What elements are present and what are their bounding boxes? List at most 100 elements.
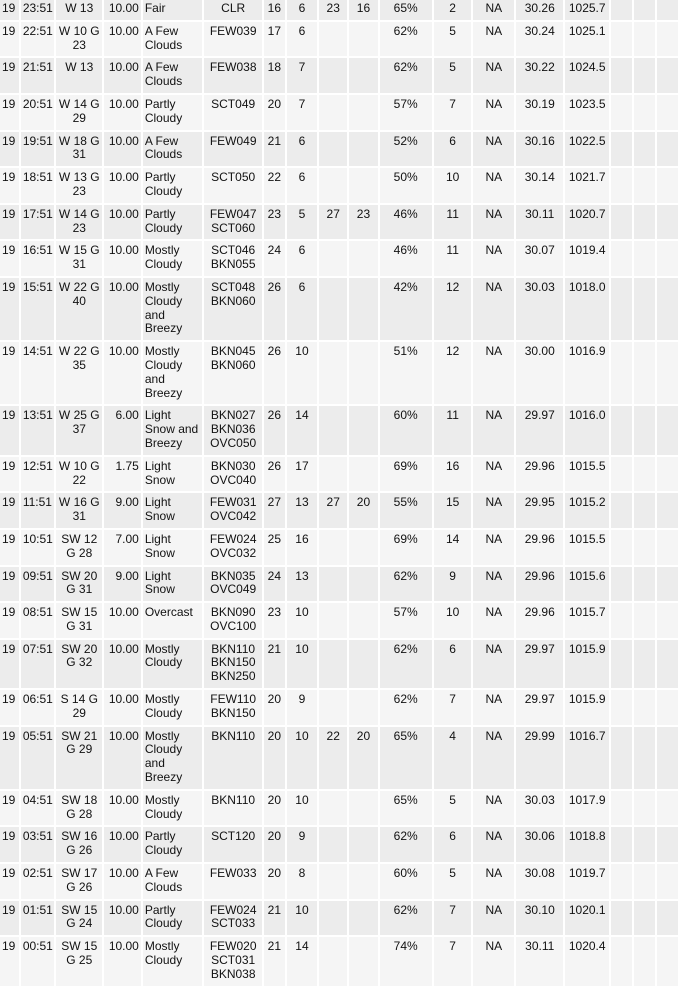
cell-sky-conditions: FEW049 — [204, 131, 262, 167]
cell-sky-conditions: BKN027 BKN036 OVC050 — [204, 406, 262, 455]
cell-weather: Light Snow and Breezy — [142, 406, 203, 455]
cell-relative-humidity: 62% — [379, 827, 432, 863]
cell-relative-humidity: 46% — [379, 204, 432, 240]
cell-time: 07:51 — [20, 639, 55, 689]
cell-sea-level-pressure: 1025.1 — [565, 21, 610, 57]
cell-visibility: 1.75 — [104, 456, 141, 492]
cell-heat-index: NA — [473, 937, 515, 986]
cell-min-temp — [349, 603, 378, 638]
cell-altimeter: 30.06 — [516, 827, 564, 863]
cell-max-temp — [319, 639, 348, 689]
table-row: 19 16:51 W 15 G 31 10.00 Mostly Cloudy SCT046… — [0, 241, 678, 276]
cell-weather: Partly Cloudy — [142, 204, 203, 240]
cell-precip-6hr — [656, 827, 678, 863]
table-row: 19 05:51 SW 21 G 29 10.00 Mostly Cloudy and … — [0, 726, 678, 789]
cell-sky-conditions: SCT048 BKN060 — [204, 277, 262, 341]
cell-air-temp: 24 — [263, 566, 285, 602]
cell-precip-6hr — [656, 790, 678, 826]
table-row: 19 00:51 SW 15 G 25 10.00 Mostly Cloudy FEW02… — [0, 937, 678, 986]
cell-date: 19 — [0, 406, 19, 455]
cell-max-temp: 27 — [319, 493, 348, 528]
cell-precip-3hr — [634, 790, 655, 826]
cell-relative-humidity: 65% — [379, 0, 432, 20]
cell-precip-3hr — [634, 566, 655, 602]
cell-wind-chill: 2 — [433, 0, 472, 20]
cell-wind-chill: 5 — [433, 790, 472, 826]
cell-precip-3hr — [634, 900, 655, 936]
cell-wind-chill: 10 — [433, 168, 472, 203]
cell-precip-1hr — [611, 603, 633, 638]
cell-precip-1hr — [611, 168, 633, 203]
table-row: 19 20:51 W 14 G 29 10.00 Partly Cloudy SCT049… — [0, 94, 678, 130]
cell-precip-1hr — [611, 94, 633, 130]
cell-sea-level-pressure: 1015.5 — [565, 456, 610, 492]
cell-relative-humidity: 50% — [379, 168, 432, 203]
cell-heat-index: NA — [473, 639, 515, 689]
cell-precip-3hr — [634, 690, 655, 725]
cell-min-temp: 16 — [349, 0, 378, 20]
cell-sky-conditions: BKN110 BKN150 BKN250 — [204, 639, 262, 689]
cell-precip-1hr — [611, 277, 633, 341]
cell-precip-3hr — [634, 726, 655, 789]
cell-precip-1hr — [611, 937, 633, 986]
cell-precip-1hr — [611, 456, 633, 492]
cell-max-temp: 22 — [319, 726, 348, 789]
cell-max-temp — [319, 603, 348, 638]
cell-sea-level-pressure: 1016.0 — [565, 406, 610, 455]
cell-precip-1hr — [611, 493, 633, 528]
cell-sky-conditions: FEW031 OVC042 — [204, 493, 262, 528]
cell-dew-point: 13 — [286, 566, 318, 602]
cell-heat-index: NA — [473, 241, 515, 276]
cell-air-temp: 16 — [263, 0, 285, 20]
cell-air-temp: 20 — [263, 726, 285, 789]
cell-relative-humidity: 65% — [379, 726, 432, 789]
cell-min-temp — [349, 566, 378, 602]
cell-dew-point: 6 — [286, 21, 318, 57]
cell-weather: Mostly Cloudy — [142, 790, 203, 826]
cell-relative-humidity: 46% — [379, 241, 432, 276]
cell-weather: Partly Cloudy — [142, 94, 203, 130]
cell-time: 09:51 — [20, 566, 55, 602]
cell-air-temp: 21 — [263, 937, 285, 986]
cell-dew-point: 9 — [286, 827, 318, 863]
cell-heat-index: NA — [473, 456, 515, 492]
cell-dew-point: 10 — [286, 603, 318, 638]
cell-altimeter: 29.96 — [516, 603, 564, 638]
cell-wind: W 14 G 29 — [56, 94, 103, 130]
cell-altimeter: 30.19 — [516, 94, 564, 130]
cell-altimeter: 30.11 — [516, 937, 564, 986]
cell-precip-1hr — [611, 204, 633, 240]
cell-precip-1hr — [611, 529, 633, 565]
table-row: 19 11:51 W 16 G 31 9.00 Light Snow FEW031 OVC… — [0, 493, 678, 528]
cell-wind: W 10 G 23 — [56, 21, 103, 57]
cell-time: 17:51 — [20, 204, 55, 240]
cell-precip-6hr — [656, 0, 678, 20]
cell-min-temp — [349, 690, 378, 725]
cell-relative-humidity: 69% — [379, 529, 432, 565]
cell-precip-3hr — [634, 864, 655, 899]
cell-air-temp: 22 — [263, 168, 285, 203]
cell-wind: SW 16 G 26 — [56, 827, 103, 863]
cell-relative-humidity: 60% — [379, 406, 432, 455]
cell-precip-6hr — [656, 639, 678, 689]
cell-max-temp — [319, 94, 348, 130]
cell-sky-conditions: BKN110 — [204, 726, 262, 789]
cell-date: 19 — [0, 241, 19, 276]
cell-altimeter: 30.22 — [516, 58, 564, 93]
cell-altimeter: 30.03 — [516, 277, 564, 341]
cell-air-temp: 21 — [263, 900, 285, 936]
cell-visibility: 10.00 — [104, 864, 141, 899]
cell-relative-humidity: 62% — [379, 21, 432, 57]
cell-visibility: 10.00 — [104, 241, 141, 276]
cell-heat-index: NA — [473, 131, 515, 167]
cell-wind-chill: 7 — [433, 690, 472, 725]
cell-precip-3hr — [634, 0, 655, 20]
cell-min-temp — [349, 827, 378, 863]
cell-sea-level-pressure: 1015.5 — [565, 529, 610, 565]
cell-min-temp: 20 — [349, 493, 378, 528]
cell-sea-level-pressure: 1015.6 — [565, 566, 610, 602]
cell-dew-point: 13 — [286, 493, 318, 528]
cell-precip-1hr — [611, 342, 633, 405]
cell-precip-1hr — [611, 827, 633, 863]
cell-precip-1hr — [611, 0, 633, 20]
